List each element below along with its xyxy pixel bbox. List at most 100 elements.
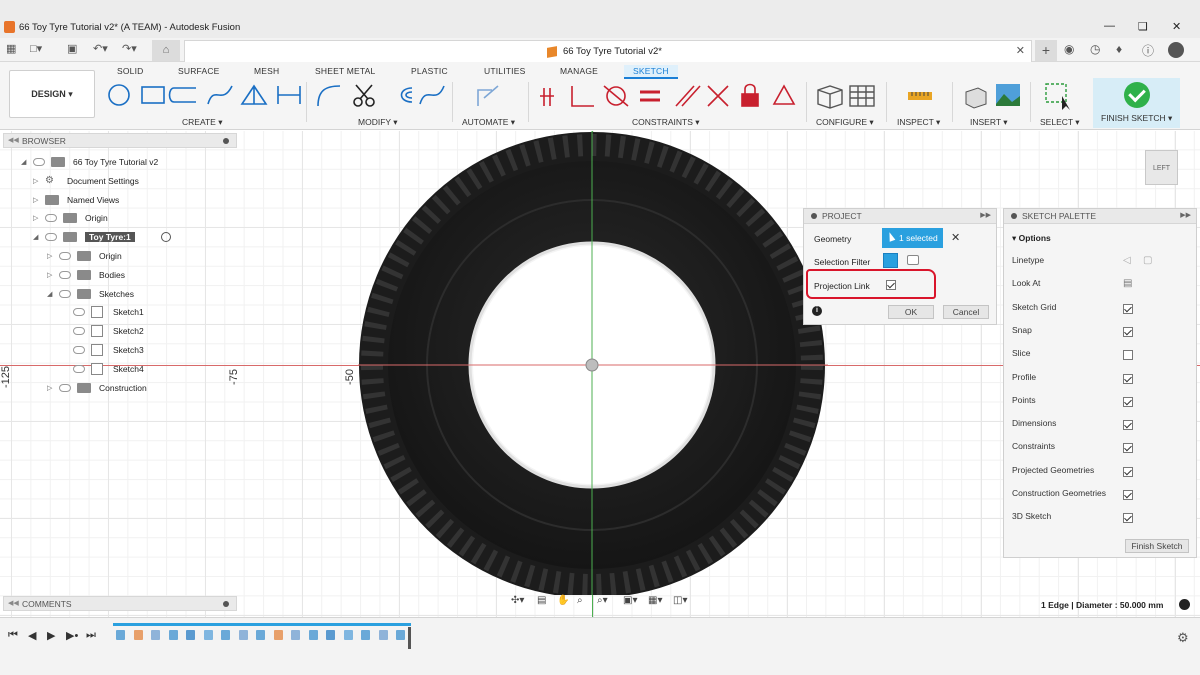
display-settings-icon[interactable]: ▣▾: [623, 595, 637, 606]
options-section[interactable]: ▾ Options: [1012, 233, 1051, 244]
home-icon[interactable]: ⌂: [152, 40, 180, 61]
tab-manage[interactable]: MANAGE: [560, 66, 598, 76]
palette-checkbox[interactable]: [1123, 513, 1133, 524]
browser-header[interactable]: ◀◀ BROWSER: [3, 133, 237, 148]
expand-triangle-icon[interactable]: ▷: [47, 252, 52, 260]
extensions-icon[interactable]: ◉: [1064, 42, 1074, 56]
minimize-icon[interactable]: —: [1104, 20, 1115, 32]
expand-icon[interactable]: ▶▶: [1180, 211, 1191, 219]
expand-triangle-icon[interactable]: ▷: [33, 196, 38, 204]
browser-item[interactable]: ▷ Named Views: [3, 193, 237, 210]
look-at-icon[interactable]: ▤: [1123, 278, 1132, 289]
browser-item[interactable]: Sketch4: [3, 362, 237, 379]
timeline-feature-icon[interactable]: [308, 630, 318, 640]
tab-surface[interactable]: SURFACE: [178, 66, 220, 76]
expand-icon[interactable]: ▶▶: [980, 211, 991, 219]
specified-entities-icon[interactable]: [883, 253, 898, 268]
last-step-icon[interactable]: ⏭: [86, 629, 96, 642]
tab-sheet-metal[interactable]: SHEET METAL: [315, 66, 375, 76]
visibility-eye-icon[interactable]: [73, 364, 85, 373]
visibility-eye-icon[interactable]: [59, 270, 71, 279]
previous-step-icon[interactable]: ◀: [28, 629, 36, 642]
browser-item[interactable]: ◢ 66 Toy Tyre Tutorial v2: [3, 155, 237, 172]
maximize-icon[interactable]: ❑: [1138, 20, 1148, 33]
browser-item[interactable]: Sketch1: [3, 305, 237, 322]
cancel-button[interactable]: Cancel: [943, 305, 989, 319]
construction-linetype-icon[interactable]: ▢: [1143, 255, 1152, 266]
finish-sketch-button[interactable]: FINISH SKETCH ▾: [1093, 78, 1180, 128]
file-menu-icon[interactable]: □▾: [30, 42, 42, 55]
visibility-eye-icon[interactable]: [59, 252, 71, 260]
document-tab[interactable]: 66 Toy Tyre Tutorial v2* ✕: [184, 40, 1032, 62]
timeline-feature-icon[interactable]: [343, 630, 353, 640]
visibility-eye-icon[interactable]: [73, 346, 85, 354]
timeline-feature-icon[interactable]: [378, 630, 388, 640]
save-icon[interactable]: ▣: [67, 42, 77, 55]
notifications-icon[interactable]: ♦: [1116, 42, 1122, 56]
browser-item[interactable]: ◢ Sketches: [3, 287, 237, 304]
first-step-icon[interactable]: ⏮: [8, 629, 18, 642]
timeline-feature-icon[interactable]: [291, 630, 300, 640]
viewports-icon[interactable]: ◫▾: [673, 595, 687, 606]
group-modify[interactable]: MODIFY ▾: [358, 117, 398, 128]
timeline-feature-icon[interactable]: [203, 630, 213, 640]
browser-item[interactable]: Sketch2: [3, 324, 237, 341]
tab-sketch[interactable]: SKETCH: [624, 65, 678, 79]
palette-checkbox[interactable]: [1123, 326, 1133, 337]
browser-item[interactable]: Sketch3: [3, 343, 237, 360]
browser-item[interactable]: ▷ Origin: [3, 249, 237, 266]
viewcube[interactable]: LEFT: [1145, 150, 1178, 185]
info-icon[interactable]: i: [812, 306, 822, 316]
clear-selection-icon[interactable]: ✕: [951, 231, 960, 244]
dialog-pin-icon[interactable]: [811, 213, 817, 219]
panel-pin-icon[interactable]: [223, 601, 229, 607]
dialog-pin-icon[interactable]: [1011, 213, 1017, 219]
grid-apps-icon[interactable]: ▦: [6, 42, 16, 55]
geometry-select-button[interactable]: 1 selected: [882, 228, 943, 248]
timeline-feature-icon[interactable]: [116, 630, 125, 640]
visibility-eye-icon[interactable]: [73, 308, 85, 317]
palette-checkbox[interactable]: [1123, 396, 1133, 407]
palette-checkbox[interactable]: [1123, 420, 1133, 431]
palette-checkbox[interactable]: [1123, 303, 1133, 314]
workspace-switcher[interactable]: DESIGN ▾: [9, 70, 95, 118]
close-window-icon[interactable]: ✕: [1172, 20, 1181, 33]
expand-triangle-icon[interactable]: ◢: [21, 158, 26, 166]
timeline-feature-icon[interactable]: [396, 630, 405, 640]
group-inspect[interactable]: INSPECT ▾: [897, 117, 940, 128]
measure-toggle-icon[interactable]: [1179, 599, 1190, 610]
visibility-eye-icon[interactable]: [33, 158, 45, 166]
visibility-eye-icon[interactable]: [59, 383, 71, 392]
browser-item[interactable]: ▷ Origin: [3, 211, 237, 228]
zoom-window-icon[interactable]: ⌕▾: [597, 595, 608, 606]
comments-panel[interactable]: ◀◀ COMMENTS: [3, 596, 237, 611]
timeline-feature-icon[interactable]: [133, 630, 143, 640]
tab-plastic[interactable]: PLASTIC: [411, 66, 448, 76]
palette-checkbox[interactable]: [1123, 373, 1133, 384]
group-create[interactable]: CREATE ▾: [182, 117, 222, 128]
avatar[interactable]: [1168, 42, 1184, 58]
group-constraints[interactable]: CONSTRAINTS ▾: [632, 117, 700, 128]
activate-radio-icon[interactable]: [161, 232, 171, 243]
collapse-icon[interactable]: ◀◀: [8, 599, 19, 607]
visibility-eye-icon[interactable]: [45, 214, 57, 223]
palette-checkbox[interactable]: [1123, 490, 1133, 500]
pan-icon[interactable]: ✋: [557, 595, 569, 606]
palette-checkbox[interactable]: [1123, 350, 1133, 361]
linetype-icon[interactable]: ◁: [1123, 255, 1131, 266]
timeline-feature-icon[interactable]: [238, 630, 248, 640]
tab-solid[interactable]: SOLID: [117, 66, 144, 76]
help-icon[interactable]: ⓘ: [1142, 42, 1154, 59]
group-configure[interactable]: CONFIGURE ▾: [816, 117, 874, 128]
expand-triangle-icon[interactable]: ▷: [47, 384, 52, 392]
visibility-eye-icon[interactable]: [59, 289, 71, 298]
select-icon[interactable]: [1044, 82, 1074, 110]
expand-triangle-icon[interactable]: ▷: [47, 271, 52, 279]
timeline-feature-icon[interactable]: [273, 630, 283, 640]
expand-triangle-icon[interactable]: ◢: [33, 233, 38, 241]
sketch-palette-header[interactable]: SKETCH PALETTE ▶▶: [1004, 209, 1196, 224]
timeline-feature-icon[interactable]: [256, 630, 265, 640]
job-status-icon[interactable]: ◷: [1090, 42, 1100, 56]
timeline-feature-icon[interactable]: [186, 630, 195, 640]
browser-item[interactable]: ▷ Construction: [3, 381, 237, 398]
